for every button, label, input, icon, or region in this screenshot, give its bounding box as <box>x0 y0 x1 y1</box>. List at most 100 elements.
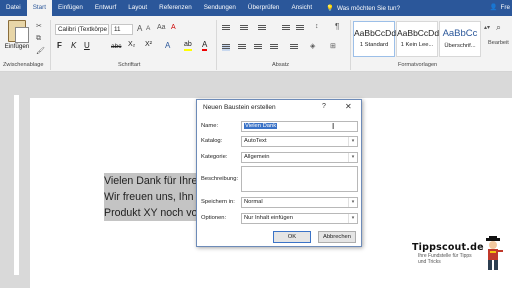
text-effects-icon[interactable]: A <box>165 41 170 50</box>
copy-icon[interactable]: ⧉ <box>36 35 41 43</box>
category-value: Allgemein <box>244 154 270 160</box>
help-button[interactable]: ? <box>322 103 326 110</box>
ribbon-tab-bar: Datei Start Einfügen Entwurf Layout Refe… <box>0 0 512 16</box>
style-standard[interactable]: AaBbCcDd 1 Standard <box>353 21 397 57</box>
user-account[interactable]: 👤 Fre <box>490 0 510 16</box>
close-button[interactable]: ✕ <box>345 102 352 111</box>
style-heading[interactable]: AaBbCc Überschrif... <box>439 21 481 57</box>
description-label: Beschreibung: <box>201 176 239 182</box>
tippscout-logo: Tippscout.de Ihre Fundstelle für Tipps u… <box>412 236 510 286</box>
bold-button[interactable]: F <box>57 41 62 50</box>
multilevel-list-icon[interactable] <box>258 25 266 32</box>
shading-icon[interactable]: ◈ <box>310 42 315 50</box>
increase-indent-icon[interactable] <box>296 25 304 32</box>
category-label: Kategorie: <box>201 154 228 160</box>
tab-references[interactable]: Referenzen <box>153 0 198 16</box>
font-size-box[interactable]: 11 <box>111 24 133 35</box>
format-painter-icon[interactable]: 🖌 <box>36 47 45 55</box>
category-select[interactable]: Allgemein ▾ <box>241 152 358 163</box>
tab-home[interactable]: Start <box>26 0 53 16</box>
style-no-spacing[interactable]: AaBbCcDd 1 Kein Lee... <box>396 21 439 57</box>
save-in-select[interactable]: Normal ▾ <box>241 197 358 208</box>
ok-button[interactable]: OK <box>273 231 311 243</box>
tab-layout[interactable]: Layout <box>122 0 153 16</box>
bullets-icon[interactable] <box>222 25 230 32</box>
group-clipboard-label: Zwischenablage <box>3 62 44 68</box>
style-preview: AaBbCc <box>442 28 478 39</box>
divider <box>216 20 217 70</box>
divider <box>50 20 51 70</box>
align-right-icon[interactable] <box>254 44 262 51</box>
text-line: Wir freuen uns, Ihn <box>104 191 194 203</box>
numbering-icon[interactable] <box>240 25 248 32</box>
tell-me-label: Was möchten Sie tun? <box>336 4 401 12</box>
tab-file[interactable]: Datei <box>0 0 27 16</box>
name-input[interactable]: Vielen Dank I <box>241 121 358 132</box>
tell-me-box[interactable]: 💡 Was möchten Sie tun? <box>326 4 401 13</box>
style-name: 1 Standard <box>359 42 389 48</box>
cut-icon[interactable]: ✂ <box>36 22 42 30</box>
align-center-icon[interactable] <box>238 44 246 51</box>
save-in-label: Speichern in: <box>201 199 235 205</box>
cancel-button[interactable]: Abbrechen <box>318 231 356 243</box>
tab-review[interactable]: Überprüfen <box>242 0 286 16</box>
group-paragraph-label: Absatz <box>272 62 290 68</box>
style-name: 1 Kein Lee... <box>400 42 434 48</box>
paste-button[interactable]: Einfügen <box>4 20 30 50</box>
paste-label: Einfügen <box>4 43 30 50</box>
subscript-button[interactable]: X₂ <box>128 41 135 48</box>
description-input[interactable] <box>241 166 358 192</box>
font-color-icon[interactable]: A <box>202 41 208 51</box>
borders-icon[interactable]: ⊞ <box>330 42 336 50</box>
name-label: Name: <box>201 123 219 129</box>
options-label: Optionen: <box>201 215 227 221</box>
tab-mailings[interactable]: Sendungen <box>198 0 242 16</box>
group-styles-label: Formatvorlagen <box>398 62 438 68</box>
group-font-label: Schriftart <box>118 62 141 68</box>
style-preview: AaBbCcDd <box>354 28 397 38</box>
tab-design[interactable]: Entwurf <box>89 0 122 16</box>
catalog-value: AutoText <box>244 138 267 144</box>
chevron-down-icon: ▾ <box>348 198 357 207</box>
edit-label[interactable]: Bearbeit <box>488 40 509 46</box>
decrease-indent-icon[interactable] <box>282 25 290 32</box>
catalog-select[interactable]: AutoText ▾ <box>241 136 358 147</box>
catalog-label: Katalog: <box>201 138 223 144</box>
chevron-down-icon: ▾ <box>348 214 357 223</box>
tab-insert[interactable]: Einfügen <box>52 0 89 16</box>
divider <box>350 20 351 70</box>
font-name-box[interactable]: Calibri (Textkörpe <box>55 24 109 35</box>
name-value: Vielen Dank <box>244 123 278 129</box>
scout-figure-icon <box>486 236 503 270</box>
chevron-down-icon: ▾ <box>348 153 357 162</box>
text-line: Vielen Dank für Ihre <box>104 175 198 187</box>
superscript-button[interactable]: X² <box>145 41 152 48</box>
text-line: Produkt XY noch vo <box>104 207 198 219</box>
italic-button[interactable]: K <box>71 41 76 50</box>
shrink-font-icon[interactable]: A <box>146 25 150 32</box>
strikethrough-button[interactable]: abc <box>111 43 121 50</box>
align-left-icon[interactable] <box>222 44 230 51</box>
change-case-icon[interactable]: Aa <box>157 24 166 31</box>
tab-view[interactable]: Ansicht <box>285 0 318 16</box>
justify-icon[interactable] <box>270 44 278 51</box>
styles-scroll-icon[interactable]: ▴▾ <box>484 24 490 31</box>
ribbon-home: Einfügen ✂ ⧉ 🖌 Zwischenablage Calibri (T… <box>0 16 512 72</box>
underline-button[interactable]: U <box>84 41 90 50</box>
clear-format-icon[interactable]: A <box>171 24 176 31</box>
clipboard-icon <box>8 20 29 43</box>
chevron-down-icon: ▾ <box>348 137 357 146</box>
selected-text[interactable]: Vielen Dank für Ihre Wir freuen uns, Ihn… <box>104 173 198 221</box>
highlight-icon[interactable]: ab <box>184 41 192 51</box>
user-name: Fre <box>500 4 510 11</box>
grow-font-icon[interactable]: A <box>137 24 142 33</box>
style-name: Überschrif... <box>444 43 476 49</box>
options-select[interactable]: Nur Inhalt einfügen ▾ <box>241 213 358 224</box>
show-marks-icon[interactable]: ¶ <box>335 22 339 31</box>
search-icon[interactable]: ⌕ <box>496 22 501 33</box>
lightbulb-icon: 💡 <box>326 5 334 12</box>
dialog-title: Neuen Baustein erstellen <box>203 104 276 111</box>
new-building-block-dialog: Neuen Baustein erstellen ? ✕ Name: Viele… <box>196 99 362 247</box>
line-spacing-icon[interactable] <box>290 44 298 51</box>
sort-icon[interactable]: ↕ <box>315 23 319 30</box>
